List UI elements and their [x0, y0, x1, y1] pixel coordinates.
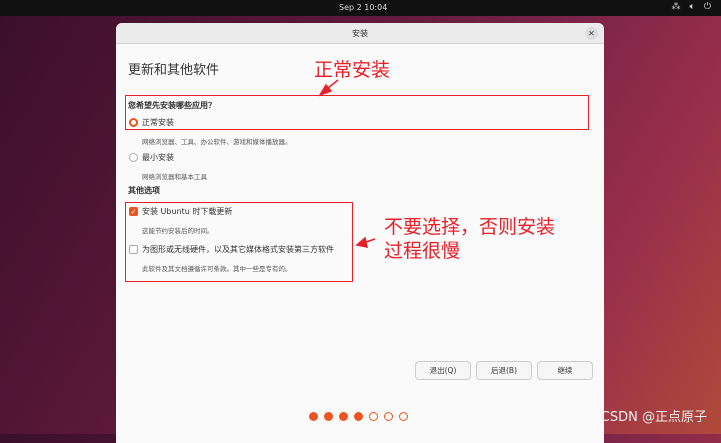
watermark: CSDN @正点原子	[600, 410, 707, 425]
annotation-arrows	[318, 79, 376, 248]
arrow-icon	[355, 236, 376, 248]
arrow-icon	[318, 79, 339, 97]
